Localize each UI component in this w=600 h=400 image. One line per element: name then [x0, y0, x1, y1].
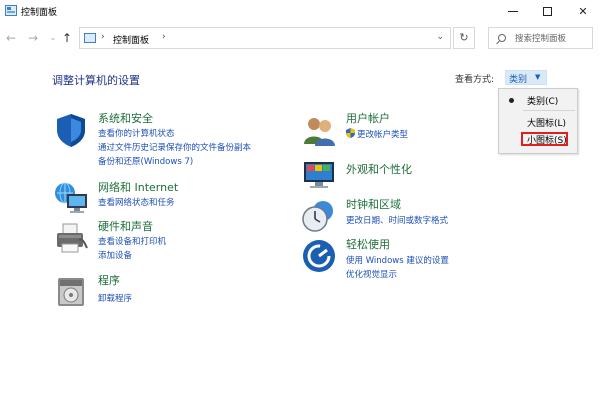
link-change-account-type[interactable]: 更改帐户类型: [346, 128, 408, 140]
category-hardware-sound: 硬件和声音 查看设备和打印机 添加设备: [53, 218, 293, 261]
refresh-button[interactable]: ↻: [453, 27, 475, 49]
menu-item-small-icons[interactable]: 小图标(S): [499, 131, 577, 147]
category-title[interactable]: 程序: [98, 272, 120, 288]
category-programs: 程序 卸载程序: [53, 274, 293, 310]
printer-icon: [57, 223, 88, 253]
breadcrumb-separator-icon[interactable]: ›: [162, 32, 166, 42]
close-button[interactable]: ✕: [566, 0, 600, 22]
search-icon: [498, 34, 506, 42]
search-box[interactable]: [488, 27, 593, 49]
dropdown-arrow-icon: ▼: [535, 73, 541, 81]
link-devices-printers[interactable]: 查看设备和打印机: [98, 235, 166, 247]
category-title[interactable]: 硬件和声音: [98, 218, 153, 234]
programs-icon: [58, 278, 84, 306]
menu-item-label: 小图标(S): [527, 136, 567, 146]
category-title[interactable]: 用户帐户: [346, 110, 390, 126]
breadcrumb-separator-icon[interactable]: ›: [101, 32, 105, 42]
link-uninstall-program[interactable]: 卸载程序: [98, 292, 132, 304]
menu-item-large-icons[interactable]: 大图标(L): [499, 114, 577, 130]
link-backup-restore[interactable]: 备份和还原(Windows 7): [98, 155, 193, 167]
shield-icon: [57, 114, 85, 147]
maximize-icon: [542, 6, 552, 16]
clock-icon: [302, 201, 333, 232]
address-bar[interactable]: › 控制面板 › ⌄: [79, 27, 451, 49]
radio-bullet-icon: [509, 98, 514, 103]
link-network-status[interactable]: 查看网络状态和任务: [98, 196, 175, 208]
refresh-icon: ↻: [459, 31, 469, 44]
menu-item-label: 类别(C): [527, 97, 559, 107]
maximize-button[interactable]: [530, 0, 564, 22]
link-recommended-settings[interactable]: 使用 Windows 建议的设置: [346, 254, 449, 266]
title-bar: 控制面板 ✕: [0, 0, 600, 22]
control-panel-app-icon: [5, 5, 17, 16]
navigation-bar: ← → ⌄ ↑ › 控制面板 › ⌄ ↻: [0, 26, 600, 50]
category-title[interactable]: 外观和个性化: [346, 161, 412, 177]
link-date-time-format[interactable]: 更改日期、时间或数字格式: [346, 214, 448, 226]
arrow-right-icon: →: [27, 31, 39, 45]
view-by-menu: 类别(C) 大图标(L) 小图标(S): [498, 88, 578, 154]
menu-divider: [523, 110, 575, 111]
back-button[interactable]: ←: [4, 30, 18, 46]
category-ease-of-access: 轻松使用 使用 Windows 建议的设置 优化视觉显示: [301, 236, 501, 280]
menu-item-label: 大图标(L): [527, 119, 567, 129]
uac-shield-icon: [346, 128, 355, 138]
close-icon: ✕: [578, 4, 588, 18]
minimize-icon: [508, 10, 518, 12]
link-label: 更改帐户类型: [357, 130, 409, 140]
link-file-history[interactable]: 通过文件历史记录保存你的文件备份副本: [98, 141, 251, 153]
arrow-left-icon: ←: [5, 31, 17, 45]
category-title[interactable]: 网络和 Internet: [98, 179, 178, 195]
view-by-dropdown[interactable]: 类别 ▼: [505, 70, 547, 85]
window-title: 控制面板: [21, 8, 58, 18]
page-title: 调整计算机的设置: [52, 74, 140, 87]
appearance-icon: [304, 162, 334, 188]
category-system-security: 系统和安全 查看你的计算机状态 通过文件历史记录保存你的文件备份副本 备份和还原…: [53, 112, 293, 172]
category-user-accounts: 用户帐户 更改帐户类型: [301, 112, 501, 148]
address-dropdown-icon[interactable]: ⌄: [436, 32, 444, 42]
ease-of-access-icon: [303, 240, 335, 272]
network-icon: [55, 182, 87, 213]
view-by-value: 类别: [509, 75, 528, 85]
chevron-down-icon: ⌄: [49, 33, 57, 42]
link-optimize-display[interactable]: 优化视觉显示: [346, 268, 397, 280]
category-appearance-personalization: 外观和个性化: [301, 156, 501, 192]
category-title[interactable]: 轻松使用: [346, 236, 390, 252]
breadcrumb-control-panel[interactable]: 控制面板: [113, 33, 149, 46]
recent-locations-button[interactable]: ⌄: [46, 30, 60, 46]
up-button[interactable]: ↑: [60, 30, 74, 46]
users-icon: [304, 118, 335, 146]
search-input[interactable]: [515, 32, 591, 45]
category-title[interactable]: 时钟和区域: [346, 196, 401, 212]
link-computer-status[interactable]: 查看你的计算机状态: [98, 127, 175, 139]
category-title[interactable]: 系统和安全: [98, 110, 153, 126]
category-clock-region: 时钟和区域 更改日期、时间或数字格式: [301, 198, 501, 234]
link-add-device[interactable]: 添加设备: [98, 249, 132, 261]
view-by-label: 查看方式:: [455, 75, 495, 85]
forward-button[interactable]: →: [26, 30, 40, 46]
minimize-button[interactable]: [496, 0, 530, 22]
category-network-internet: 网络和 Internet 查看网络状态和任务: [53, 181, 293, 217]
control-panel-icon: [84, 33, 96, 43]
arrow-up-icon: ↑: [61, 31, 73, 45]
menu-item-category[interactable]: 类别(C): [499, 92, 577, 108]
